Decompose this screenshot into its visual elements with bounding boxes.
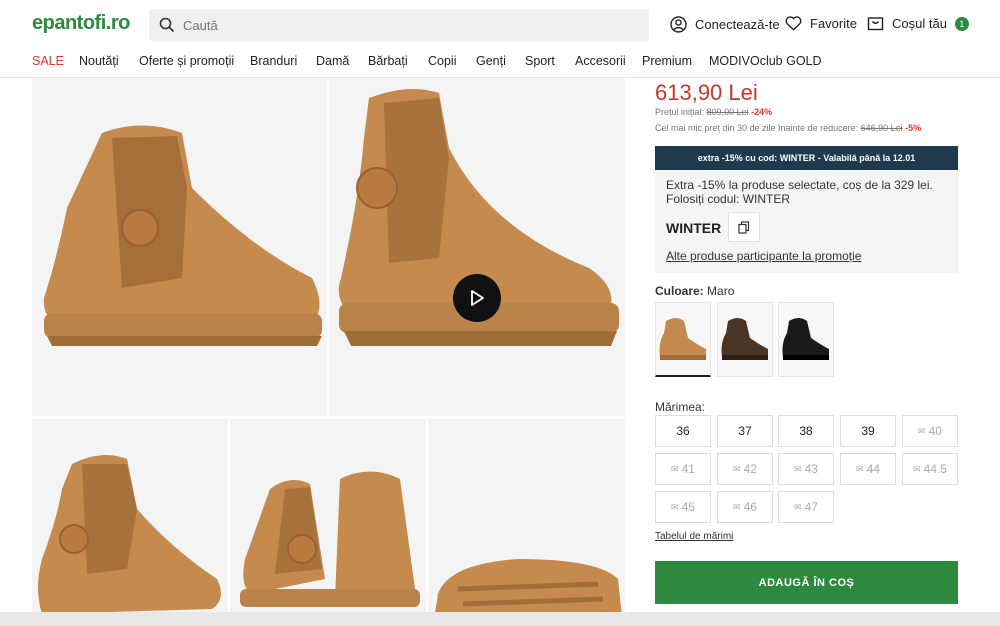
nav-item-accesorii[interactable]: Accesorii bbox=[575, 54, 626, 68]
nav-item-genti[interactable]: Genți bbox=[476, 54, 506, 68]
size-value: 36 bbox=[676, 424, 690, 438]
add-to-cart-button[interactable]: ADAUGĂ ÎN COȘ bbox=[655, 561, 958, 604]
nav-item-noutati[interactable]: Noutăți bbox=[79, 54, 119, 68]
size-46[interactable]: ✉ 46 bbox=[717, 491, 773, 523]
color-label-title: Culoare: bbox=[655, 284, 704, 298]
color-swatch-dark-brown[interactable] bbox=[717, 302, 773, 377]
initial-discount: -24% bbox=[751, 107, 773, 117]
size-value: 40 bbox=[928, 424, 942, 438]
size-value: 47 bbox=[804, 500, 818, 514]
cart-link[interactable]: Coșul tău 1 bbox=[867, 16, 969, 31]
lowest-discount: -5% bbox=[905, 123, 922, 133]
size-value: 46 bbox=[743, 500, 757, 514]
size-38[interactable]: 38 bbox=[778, 415, 834, 447]
size-40[interactable]: ✉ 40 bbox=[902, 415, 958, 447]
site-logo[interactable]: epantofi.ro bbox=[32, 12, 130, 35]
size-44-5[interactable]: ✉ 44.5 bbox=[902, 453, 958, 485]
size-39[interactable]: 39 bbox=[840, 415, 896, 447]
promo-code: WINTER bbox=[666, 220, 722, 236]
nav-item-oferte[interactable]: Oferte și promoții bbox=[139, 54, 234, 68]
envelope-icon: ✉ bbox=[913, 463, 921, 474]
initial-price: 809,00 Lei bbox=[706, 107, 749, 117]
size-value: 42 bbox=[743, 462, 757, 476]
envelope-icon: ✉ bbox=[794, 463, 802, 474]
nav-item-barbati[interactable]: Bărbați bbox=[368, 54, 408, 68]
size-45[interactable]: ✉ 45 bbox=[655, 491, 711, 523]
nav-item-sale[interactable]: SALE bbox=[32, 54, 64, 68]
envelope-icon: ✉ bbox=[671, 463, 679, 474]
size-value: 37 bbox=[738, 424, 752, 438]
envelope-icon: ✉ bbox=[733, 501, 741, 512]
search-bar[interactable] bbox=[149, 9, 649, 41]
size-43[interactable]: ✉ 43 bbox=[778, 453, 834, 485]
os-taskbar bbox=[0, 612, 1000, 626]
play-video-button[interactable] bbox=[453, 274, 501, 322]
size-36[interactable]: 36 bbox=[655, 415, 711, 447]
product-gallery bbox=[0, 78, 640, 626]
product-image-5[interactable] bbox=[428, 419, 625, 626]
envelope-icon: ✉ bbox=[918, 425, 926, 436]
current-price: 613,90 Lei bbox=[655, 80, 758, 105]
envelope-icon: ✉ bbox=[671, 501, 679, 512]
product-image-3[interactable] bbox=[32, 419, 228, 626]
initial-price-label: Prețul inițial: bbox=[655, 107, 705, 117]
size-value: 41 bbox=[681, 462, 695, 476]
login-link[interactable]: Conectează-te bbox=[670, 16, 780, 33]
envelope-icon: ✉ bbox=[733, 463, 741, 474]
cart-count-badge: 1 bbox=[954, 16, 969, 31]
lowest-price: 646,90 Lei bbox=[860, 123, 903, 133]
size-41[interactable]: ✉ 41 bbox=[655, 453, 711, 485]
size-value: 45 bbox=[681, 500, 695, 514]
nav-item-modivoclub[interactable]: MODIVOclub GOLD bbox=[709, 54, 822, 68]
cart-icon bbox=[867, 17, 884, 31]
promo-text: Extra -15% la produse selectate, coș de … bbox=[666, 178, 933, 206]
favorites-link[interactable]: Favorite bbox=[785, 16, 857, 31]
promo-products-link[interactable]: Alte produse participante la promoție bbox=[666, 249, 861, 263]
initial-price-line: Prețul inițial: 809,00 Lei -24% bbox=[655, 107, 772, 117]
product-image-4[interactable] bbox=[230, 419, 426, 626]
promo-box: Extra -15% la produse selectate, coș de … bbox=[655, 170, 958, 273]
product-image-1[interactable] bbox=[32, 78, 327, 416]
search-icon bbox=[159, 17, 175, 33]
envelope-icon: ✉ bbox=[856, 463, 864, 474]
promo-banner: extra -15% cu cod: WINTER - Valabilă pân… bbox=[655, 146, 958, 170]
nav-item-sport[interactable]: Sport bbox=[525, 54, 555, 68]
size-label: Mărimea: bbox=[655, 400, 706, 414]
size-42[interactable]: ✉ 42 bbox=[717, 453, 773, 485]
size-value: 38 bbox=[799, 424, 813, 438]
favorites-label: Favorite bbox=[810, 16, 857, 31]
user-icon bbox=[670, 16, 687, 33]
lowest-price-label: Cel mai mic preț din 30 de zile înainte … bbox=[655, 123, 859, 133]
lowest-price-line: Cel mai mic preț din 30 de zile înainte … bbox=[655, 123, 921, 133]
size-44[interactable]: ✉ 44 bbox=[840, 453, 896, 485]
copy-icon bbox=[738, 220, 750, 234]
size-37[interactable]: 37 bbox=[717, 415, 773, 447]
size-47[interactable]: ✉ 47 bbox=[778, 491, 834, 523]
color-label: Culoare: Maro bbox=[655, 284, 734, 298]
play-icon bbox=[471, 290, 484, 306]
size-value: 39 bbox=[861, 424, 875, 438]
site-header: epantofi.ro Conectează-te Favorite Coșul… bbox=[0, 0, 1000, 50]
product-image-2[interactable] bbox=[329, 78, 625, 416]
nav-item-branduri[interactable]: Branduri bbox=[250, 54, 297, 68]
nav-item-premium[interactable]: Premium bbox=[642, 54, 692, 68]
copy-code-button[interactable] bbox=[728, 212, 760, 242]
color-swatch-maro[interactable] bbox=[655, 302, 711, 377]
size-value: 44 bbox=[866, 462, 880, 476]
color-value: Maro bbox=[707, 284, 735, 298]
login-label: Conectează-te bbox=[695, 17, 780, 32]
heart-icon bbox=[785, 16, 802, 31]
size-table-link[interactable]: Tabelul de mărimi bbox=[655, 531, 733, 542]
size-value: 44.5 bbox=[923, 462, 947, 476]
nav-item-copii[interactable]: Copii bbox=[428, 54, 457, 68]
color-swatch-black[interactable] bbox=[778, 302, 834, 377]
size-value: 43 bbox=[804, 462, 818, 476]
search-input[interactable] bbox=[183, 17, 623, 33]
main-nav: SALE Noutăți Oferte și promoții Branduri… bbox=[0, 50, 1000, 78]
nav-item-dama[interactable]: Damă bbox=[316, 54, 349, 68]
envelope-icon: ✉ bbox=[794, 501, 802, 512]
cart-label: Coșul tău bbox=[892, 16, 947, 31]
